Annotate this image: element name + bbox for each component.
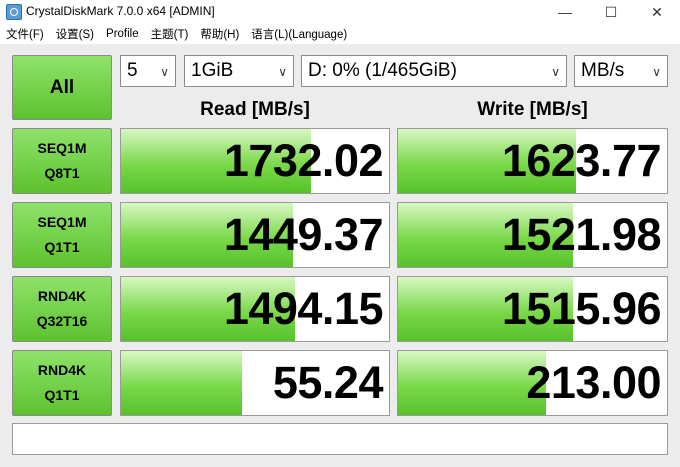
read-result-value: 1449.37: [223, 209, 384, 260]
write-result-value: 1623.77: [501, 135, 662, 186]
test-button-rnd4k-q32t16[interactable]: RND4K Q32T16: [12, 276, 112, 342]
write-result-cell: 1521.98: [397, 202, 668, 268]
test-params: Q32T16: [36, 313, 88, 329]
minimize-button[interactable]: —: [542, 0, 588, 24]
all-button[interactable]: All: [12, 55, 112, 120]
count-value: 5: [127, 60, 138, 81]
chevron-down-icon: ∨: [551, 65, 560, 79]
unit-value: MB/s: [581, 60, 625, 81]
menu-profile[interactable]: Profile: [100, 28, 145, 40]
count-select[interactable]: 5 ∨: [120, 55, 176, 87]
write-result-value: 213.00: [526, 357, 661, 408]
write-result-value: 1521.98: [501, 209, 662, 260]
read-header: Read [MB/s]: [200, 99, 310, 120]
app-icon: [6, 4, 22, 20]
test-params: Q1T1: [44, 239, 80, 255]
read-result-value: 1494.15: [223, 283, 384, 334]
chevron-down-icon: ∨: [160, 65, 169, 79]
write-result-bar: [398, 351, 546, 415]
menu-language[interactable]: 语言(L)(Language): [245, 26, 353, 42]
menu-settings[interactable]: 设置(S): [50, 26, 100, 42]
test-params: Q8T1: [44, 165, 80, 181]
read-result-value: 55.24: [272, 357, 384, 408]
menu-bar: 文件(F) 设置(S) Profile 主题(T) 帮助(H) 语言(L)(La…: [0, 24, 680, 44]
maximize-button[interactable]: ☐: [588, 0, 634, 24]
size-select[interactable]: 1GiB ∨: [184, 55, 294, 87]
read-result-cell: 1732.02: [120, 128, 390, 194]
window-title: CrystalDiskMark 7.0.0 x64 [ADMIN]: [26, 4, 215, 18]
test-params: Q1T1: [44, 387, 80, 403]
test-name: RND4K: [37, 362, 87, 378]
read-result-value: 1732.02: [223, 135, 384, 186]
write-result-cell: 213.00: [397, 350, 668, 416]
chevron-down-icon: ∨: [652, 65, 661, 79]
comment-field[interactable]: [12, 423, 668, 455]
title-bar: CrystalDiskMark 7.0.0 x64 [ADMIN] — ☐ ✕: [0, 0, 680, 24]
read-result-bar: [121, 351, 242, 415]
test-button-seq1m-q1t1[interactable]: SEQ1M Q1T1: [12, 202, 112, 268]
write-result-value: 1515.96: [501, 283, 662, 334]
chevron-down-icon: ∨: [278, 65, 287, 79]
test-name: RND4K: [37, 288, 87, 304]
write-header: Write [MB/s]: [477, 99, 588, 120]
write-result-cell: 1515.96: [397, 276, 668, 342]
test-name: SEQ1M: [37, 214, 87, 230]
drive-value: D: 0% (1/465GiB): [308, 60, 457, 81]
drive-select[interactable]: D: 0% (1/465GiB) ∨: [301, 55, 567, 87]
menu-help[interactable]: 帮助(H): [194, 26, 245, 42]
size-value: 1GiB: [191, 60, 234, 81]
menu-file[interactable]: 文件(F): [0, 26, 50, 42]
read-result-cell: 1449.37: [120, 202, 390, 268]
test-button-rnd4k-q1t1[interactable]: RND4K Q1T1: [12, 350, 112, 416]
read-result-cell: 55.24: [120, 350, 390, 416]
close-button[interactable]: ✕: [634, 0, 680, 24]
menu-theme[interactable]: 主题(T): [145, 26, 195, 42]
read-result-cell: 1494.15: [120, 276, 390, 342]
write-result-cell: 1623.77: [397, 128, 668, 194]
test-name: SEQ1M: [37, 140, 87, 156]
test-button-seq1m-q8t1[interactable]: SEQ1M Q8T1: [12, 128, 112, 194]
unit-select[interactable]: MB/s ∨: [574, 55, 668, 87]
